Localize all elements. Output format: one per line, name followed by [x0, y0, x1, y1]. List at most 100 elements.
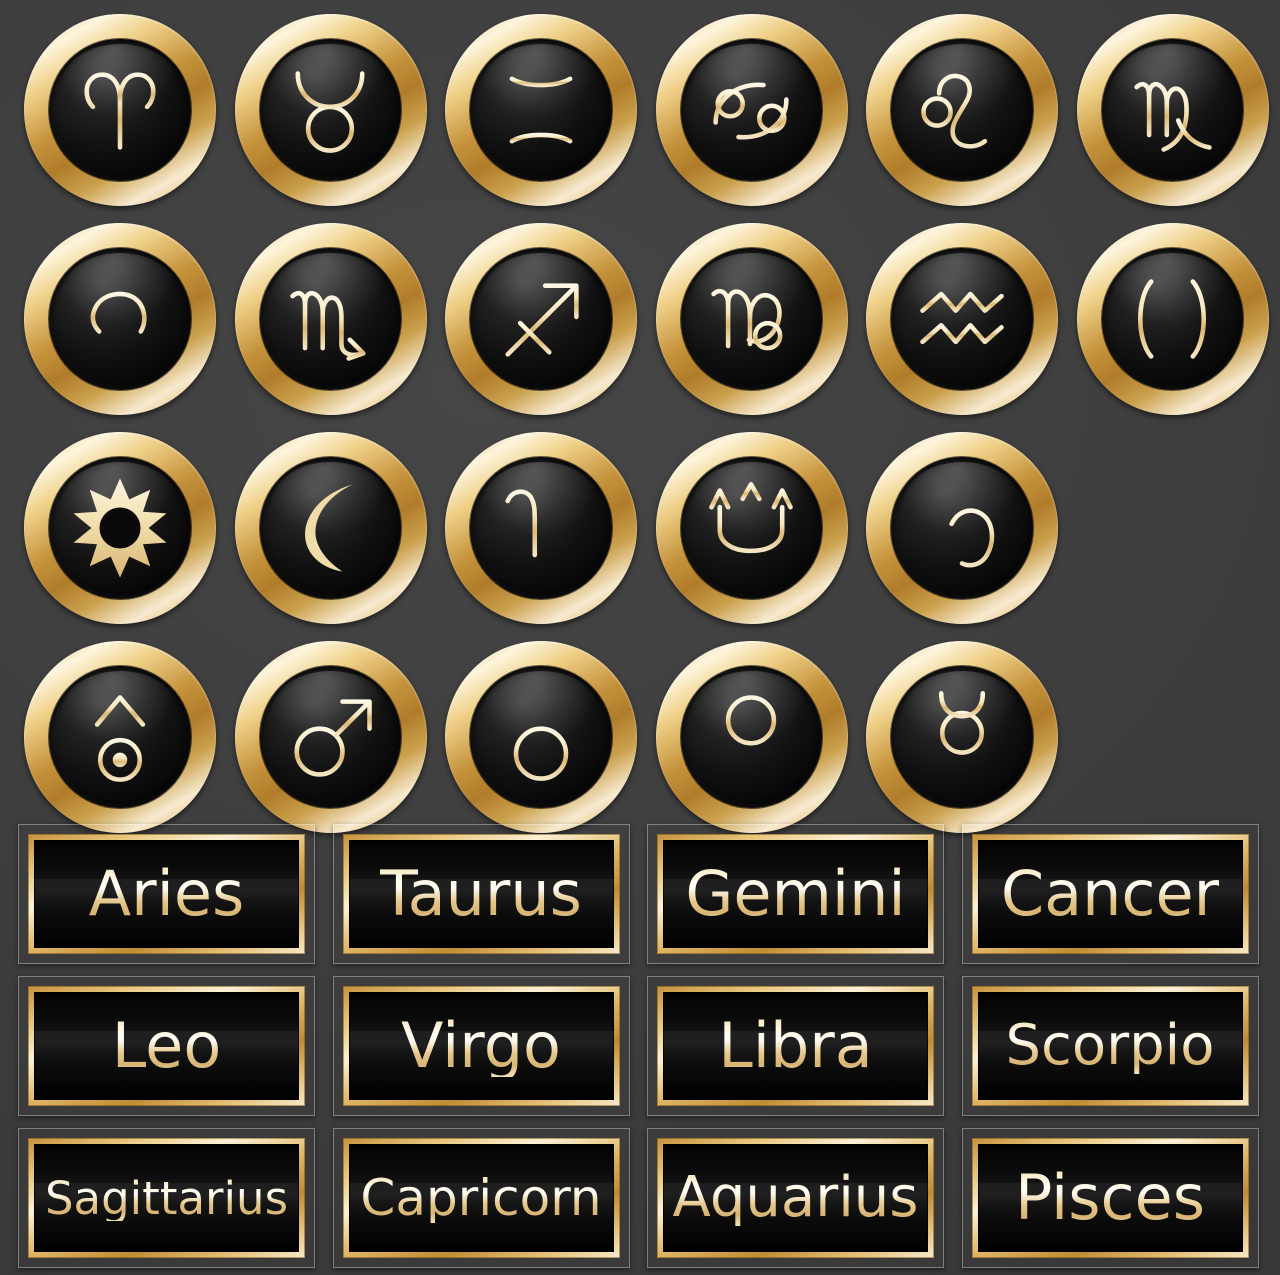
nameplate-panel: Leo: [34, 992, 299, 1100]
moon-icon: [260, 457, 401, 598]
zodiac-button-aries[interactable]: [24, 14, 216, 206]
saturn-icon: [891, 457, 1032, 598]
nameplate-panel: Pisces: [977, 1144, 1243, 1252]
zodiac-button-gemini[interactable]: [445, 14, 637, 206]
nameplate-panel: Taurus: [348, 840, 614, 948]
zodiac-button-taurus[interactable]: [234, 14, 427, 206]
zodiac-button-scorpio[interactable]: [234, 223, 427, 415]
aquarius-icon: [891, 248, 1032, 389]
nameplate-pisces[interactable]: Pisces: [962, 1128, 1259, 1268]
button-black-face: [49, 666, 191, 808]
neptune-icon: [681, 457, 822, 598]
nameplate-panel: Cancer: [977, 840, 1243, 948]
sun-icon: [49, 457, 190, 598]
zodiac-button-moon[interactable]: [234, 432, 427, 624]
nameplate-panel: Libra: [663, 992, 928, 1100]
scorpio-icon: [260, 248, 401, 389]
nameplate-bevel: Taurus: [342, 834, 620, 954]
aries-icon: [49, 39, 190, 180]
zodiac-nameplate-grid: Aries Taurus Gemini Cancer Leo Virgo Libra Scor…: [0, 818, 1280, 1275]
button-black-face: [680, 457, 823, 599]
mercury-icon: [891, 666, 1032, 807]
venus-icon: [681, 666, 822, 807]
nameplate-bevel: Pisces: [971, 1138, 1249, 1258]
nameplate-bevel: Leo: [28, 986, 305, 1106]
zodiac-button-sagittarius[interactable]: [445, 223, 637, 415]
cancer-icon: [681, 39, 822, 180]
button-black-face: [680, 39, 823, 181]
button-black-face: [470, 457, 612, 599]
button-black-face: [49, 39, 191, 181]
gemini-icon: [470, 39, 611, 180]
button-black-face: [470, 666, 612, 808]
button-black-face: [259, 248, 402, 390]
nameplate-panel: Sagittarius: [34, 1144, 299, 1252]
nameplate-gemini[interactable]: Gemini: [647, 824, 944, 964]
nameplate-label: Virgo: [401, 1009, 561, 1082]
zodiac-button-sun[interactable]: [24, 432, 216, 624]
zodiac-button-pisces[interactable]: [1076, 223, 1269, 415]
mars-icon: [260, 666, 401, 807]
zodiac-button-mars[interactable]: [234, 641, 427, 833]
button-black-face: [891, 248, 1033, 390]
nameplate-panel: Capricorn: [348, 1144, 614, 1252]
zodiac-button-neptune[interactable]: [655, 432, 848, 624]
zodiac-button-grid: [0, 0, 1280, 833]
zodiac-button-pluto[interactable]: [445, 641, 637, 833]
button-black-face: [1101, 248, 1244, 390]
zodiac-button-virgo[interactable]: [1076, 14, 1269, 206]
button-black-face: [259, 666, 402, 808]
button-black-face: [891, 457, 1033, 599]
nameplate-bevel: Capricorn: [342, 1138, 620, 1258]
nameplate-aquarius[interactable]: Aquarius: [647, 1128, 944, 1268]
leo-icon: [891, 39, 1032, 180]
nameplate-virgo[interactable]: Virgo: [333, 976, 630, 1116]
nameplate-scorpio[interactable]: Scorpio: [962, 976, 1259, 1116]
nameplate-cancer[interactable]: Cancer: [962, 824, 1259, 964]
button-black-face: [470, 248, 612, 390]
nameplate-bevel: Sagittarius: [28, 1138, 305, 1258]
zodiac-button-uranus[interactable]: [24, 641, 216, 833]
zodiac-button-venus[interactable]: [655, 641, 848, 833]
zodiac-button-leo[interactable]: [866, 14, 1058, 206]
nameplate-taurus[interactable]: Taurus: [333, 824, 630, 964]
nameplate-label: Aquarius: [672, 1165, 919, 1230]
zodiac-button-set: Aries Taurus Gemini Cancer Leo Virgo Libra Scor…: [0, 0, 1280, 1275]
nameplate-panel: Aquarius: [663, 1144, 928, 1252]
nameplate-label: Scorpio: [1005, 1013, 1215, 1078]
button-black-face: [470, 39, 612, 181]
nameplate-bevel: Gemini: [657, 834, 934, 954]
nameplate-aries[interactable]: Aries: [18, 824, 315, 964]
nameplate-bevel: Libra: [657, 986, 934, 1106]
nameplate-bevel: Aquarius: [657, 1138, 934, 1258]
zodiac-button-libra[interactable]: [24, 223, 216, 415]
button-black-face: [1101, 39, 1244, 181]
zodiac-button-jupiter[interactable]: [445, 432, 637, 624]
zodiac-button-cancer[interactable]: [655, 14, 848, 206]
nameplate-label: Gemini: [685, 857, 906, 930]
zodiac-button-capricorn[interactable]: [655, 223, 848, 415]
virgo-icon: [1102, 39, 1243, 180]
button-black-face: [49, 248, 191, 390]
nameplate-panel: Scorpio: [977, 992, 1243, 1100]
nameplate-capricorn[interactable]: Capricorn: [333, 1128, 630, 1268]
nameplate-label: Sagittarius: [44, 1171, 289, 1225]
zodiac-button-saturn[interactable]: [866, 432, 1058, 624]
nameplate-bevel: Aries: [28, 834, 305, 954]
button-black-face: [680, 666, 823, 808]
nameplate-libra[interactable]: Libra: [647, 976, 944, 1116]
nameplate-label: Aries: [88, 857, 245, 930]
zodiac-button-mercury[interactable]: [866, 641, 1058, 833]
nameplate-sagittarius[interactable]: Sagittarius: [18, 1128, 315, 1268]
capricorn-icon: [681, 248, 822, 389]
nameplate-bevel: Virgo: [342, 986, 620, 1106]
nameplate-leo[interactable]: Leo: [18, 976, 315, 1116]
nameplate-label: Libra: [718, 1009, 873, 1082]
jupiter-icon: [470, 457, 611, 598]
pluto-icon: [470, 666, 611, 807]
nameplate-panel: Virgo: [348, 992, 614, 1100]
button-black-face: [259, 457, 402, 599]
nameplate-bevel: Cancer: [971, 834, 1249, 954]
button-black-face: [680, 248, 823, 390]
zodiac-button-aquarius[interactable]: [866, 223, 1058, 415]
